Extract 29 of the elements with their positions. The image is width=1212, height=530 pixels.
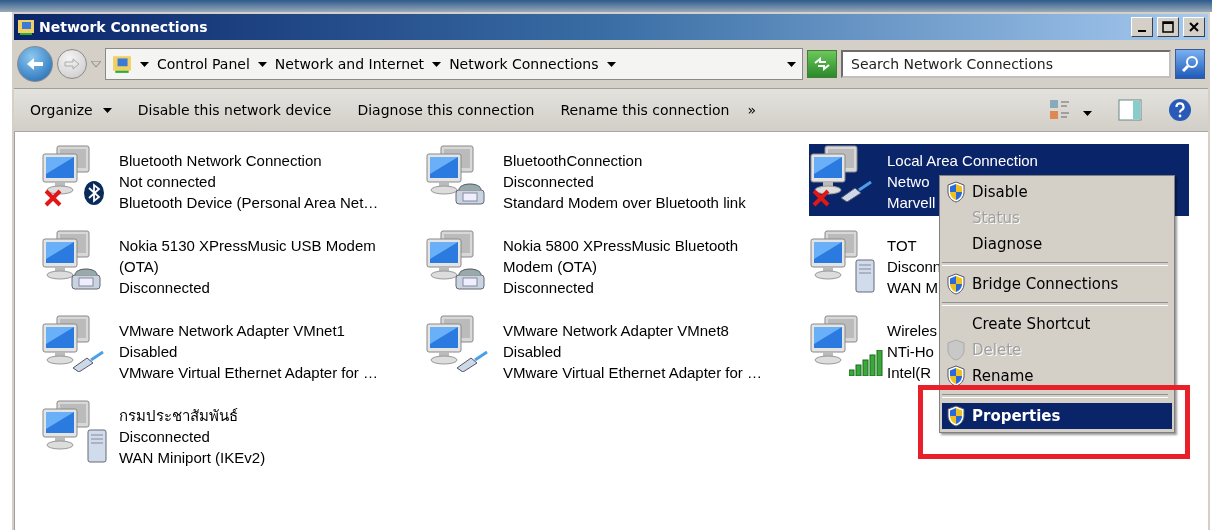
device-name: Bluetooth Device (Personal Area Net… — [119, 193, 379, 213]
connection-status: NTi-Ho — [887, 342, 934, 362]
device-name: WAN M — [887, 278, 939, 298]
connection-name: Wireles — [887, 321, 937, 341]
connection-status: Not connected — [119, 172, 216, 192]
connection-status: Disconnected — [503, 278, 594, 298]
connection-status: Disabled — [503, 342, 562, 362]
window-title: Network Connections — [39, 19, 209, 35]
connection-status: Disconn — [887, 257, 942, 277]
connection-name: BluetoothConnection — [503, 151, 643, 171]
connection-status: Disabled — [119, 342, 178, 362]
connection-status: Disconnected — [119, 427, 210, 447]
connection-name: VMware Network Adapter VMnet1 — [119, 321, 345, 341]
connection-name: VMware Network Adapter VMnet8 — [503, 321, 729, 341]
connection-name: Nokia 5130 XPressMusic USB Modem (OTA) — [119, 236, 377, 277]
device-name: Marvell — [887, 193, 936, 213]
connection-name: TOT — [887, 236, 917, 256]
device-name: Intel(R — [887, 363, 932, 383]
connection-name: Nokia 5800 XPressMusic Bluetooth Modem (OTA) — [503, 236, 740, 277]
device-name: WAN Miniport (IKEv2) — [119, 448, 266, 468]
connection-name: Bluetooth Network Connection — [119, 151, 322, 171]
device-name: VMware Virtual Ethernet Adapter for … — [119, 363, 378, 383]
connection-name: Local Area Connection — [887, 151, 1038, 171]
device-name: VMware Virtual Ethernet Adapter for … — [503, 363, 762, 383]
connection-status: Disconnected — [503, 172, 594, 192]
connection-name: กรมประชาสัมพันธ์ — [119, 406, 238, 426]
connection-status: Disconnected — [119, 278, 210, 298]
connection-status: Netwo — [887, 172, 930, 192]
device-name: Standard Modem over Bluetooth link — [503, 193, 746, 213]
